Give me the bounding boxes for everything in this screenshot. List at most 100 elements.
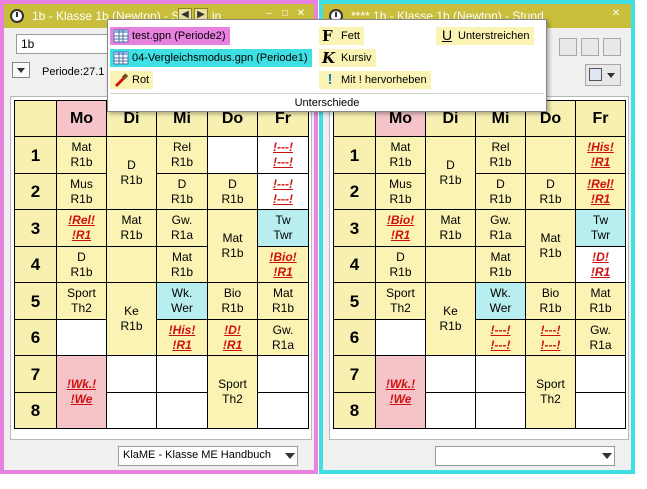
lesson-cell[interactable]: Mat R1b [56, 136, 107, 174]
empty-cell[interactable] [425, 355, 476, 393]
lesson-cell-changed[interactable]: !Bio! !R1 [375, 209, 426, 247]
empty-cell[interactable] [257, 355, 309, 393]
lesson-cell[interactable]: Gw. R1a [475, 209, 526, 247]
left-view-select[interactable]: KlaME - Klasse ME Handbuch [118, 446, 298, 466]
lesson-cell[interactable]: Bio R1b [525, 282, 576, 320]
empty-cell[interactable] [56, 319, 107, 356]
period-row-3: 3 [14, 209, 57, 247]
lesson-cell-changed[interactable]: !Rel! !R1 [56, 209, 107, 247]
lesson-cell-changed[interactable]: !His! !R1 [575, 136, 626, 174]
lesson-cell[interactable]: Ke R1b [425, 282, 476, 356]
paint-brush-icon [113, 72, 129, 88]
close-button[interactable]: ✕ [609, 8, 623, 22]
print-icon[interactable] [581, 38, 599, 56]
lesson-cell[interactable]: Sport Th2 [56, 282, 107, 320]
lesson-cell[interactable]: Mus R1b [375, 173, 426, 210]
legend-bold[interactable]: F Fett [319, 27, 364, 45]
lesson-cell[interactable]: Mat R1b [575, 282, 626, 320]
legend-underline[interactable]: U Unterstreichen [436, 27, 534, 45]
differences-legend-popup: test.gpn (Periode2) 04-Vergleichsmodus.g… [107, 19, 547, 112]
chevron-down-icon [285, 453, 295, 459]
lesson-cell-changed[interactable]: !---! !---! [475, 319, 526, 356]
empty-cell[interactable] [156, 392, 208, 429]
lesson-cell[interactable]: D R1b [425, 136, 476, 210]
empty-cell[interactable] [156, 355, 208, 393]
empty-cell[interactable] [525, 136, 576, 174]
lesson-cell[interactable]: Mat R1b [156, 246, 208, 283]
clock-icon [10, 9, 24, 23]
export-icon[interactable] [559, 38, 577, 56]
lesson-cell-changed[interactable]: !D! !R1 [575, 246, 626, 283]
lesson-cell-changed[interactable]: !---! !---! [257, 136, 309, 174]
popup-divider [110, 93, 544, 94]
lesson-cell[interactable]: Gw. R1a [156, 209, 208, 247]
left-view-select-value: KlaME - Klasse ME Handbuch [123, 449, 271, 461]
empty-cell[interactable] [575, 355, 626, 393]
lesson-cell-changed[interactable]: !---! !---! [525, 319, 576, 356]
lesson-cell[interactable]: Mat R1b [106, 209, 157, 247]
calendar-icon [589, 68, 602, 81]
lesson-cell[interactable]: Wk. Wer [475, 282, 526, 320]
lesson-cell[interactable]: Gw. R1a [257, 319, 309, 356]
empty-cell[interactable] [106, 392, 157, 429]
lesson-cell[interactable]: Mat R1b [207, 209, 258, 283]
empty-cell[interactable] [375, 319, 426, 356]
lesson-cell[interactable]: Ke R1b [106, 282, 157, 356]
left-timetable: Mo Di Mi Do Fr 1 Mat R1b D R1b Rel R1b !---… [14, 100, 309, 429]
lesson-cell[interactable]: D R1b [475, 173, 526, 210]
legend-red[interactable]: Rot [110, 71, 154, 89]
empty-cell[interactable] [106, 246, 157, 283]
lesson-cell[interactable]: Sport Th2 [525, 355, 576, 429]
lesson-cell[interactable]: Mat R1b [525, 209, 576, 283]
lesson-cell-changed[interactable]: !D! !R1 [207, 319, 258, 356]
legend-italic[interactable]: K Kursiv [319, 49, 376, 67]
bold-icon: F [322, 27, 333, 45]
lesson-cell[interactable]: Mus R1b [56, 173, 107, 210]
lesson-cell[interactable]: D R1b [207, 173, 258, 210]
empty-cell[interactable] [425, 246, 476, 283]
empty-cell[interactable] [257, 392, 309, 429]
lesson-cell[interactable]: D R1b [56, 246, 107, 283]
lesson-cell[interactable]: Mat R1b [425, 209, 476, 247]
empty-cell[interactable] [106, 355, 157, 393]
empty-cell[interactable] [425, 392, 476, 429]
lesson-cell[interactable]: Bio R1b [207, 282, 258, 320]
right-view-select[interactable] [435, 446, 615, 466]
legend-exclaim[interactable]: ! Mit ! hervorheben [319, 71, 431, 89]
empty-cell[interactable] [475, 355, 526, 393]
lesson-cell[interactable]: D R1b [525, 173, 576, 210]
lesson-cell-changed[interactable]: !Rel! !R1 [575, 173, 626, 210]
day-header-fr: Fr [575, 100, 626, 137]
legend-file1[interactable]: test.gpn (Periode2) [110, 27, 230, 45]
lesson-cell[interactable]: Sport Th2 [375, 282, 426, 320]
right-timetable-panel: Mo Di Mi Do Fr 1 Mat R1b D R1b Rel R1b !His… [329, 96, 629, 440]
lesson-cell-changed[interactable]: !Wk.! !We [375, 355, 426, 429]
empty-cell[interactable] [575, 392, 626, 429]
class-select[interactable]: 1b [16, 34, 112, 54]
lesson-cell[interactable]: Tw Twr [575, 209, 626, 247]
lesson-cell[interactable]: Sport Th2 [207, 355, 258, 429]
lesson-cell[interactable]: D R1b [156, 173, 208, 210]
calendar-view-button[interactable] [585, 64, 621, 86]
empty-cell[interactable] [207, 136, 258, 174]
lesson-cell-changed[interactable]: !His! !R1 [156, 319, 208, 356]
lesson-cell[interactable]: Rel R1b [156, 136, 208, 174]
lesson-cell[interactable]: Mat R1b [375, 136, 426, 174]
lesson-cell[interactable]: D R1b [106, 136, 157, 210]
lesson-cell-changed[interactable]: !---! !---! [257, 173, 309, 210]
period-row-8: 8 [14, 392, 57, 429]
lesson-cell[interactable]: Rel R1b [475, 136, 526, 174]
legend-file2[interactable]: 04-Vergleichsmodus.gpn (Periode1) [110, 49, 312, 67]
period-row-3: 3 [333, 209, 376, 247]
lesson-cell[interactable]: Mat R1b [257, 282, 309, 320]
lesson-cell[interactable]: Mat R1b [475, 246, 526, 283]
lesson-cell[interactable]: Gw. R1a [575, 319, 626, 356]
lesson-cell[interactable]: Wk. Wer [156, 282, 208, 320]
lesson-cell[interactable]: D R1b [375, 246, 426, 283]
lesson-cell[interactable]: Tw Twr [257, 209, 309, 247]
empty-cell[interactable] [475, 392, 526, 429]
period-dropdown-button[interactable] [12, 62, 30, 78]
lesson-cell-changed[interactable]: !Wk.! !We [56, 355, 107, 429]
settings-icon[interactable] [603, 38, 621, 56]
lesson-cell-changed[interactable]: !Bio! !R1 [257, 246, 309, 283]
